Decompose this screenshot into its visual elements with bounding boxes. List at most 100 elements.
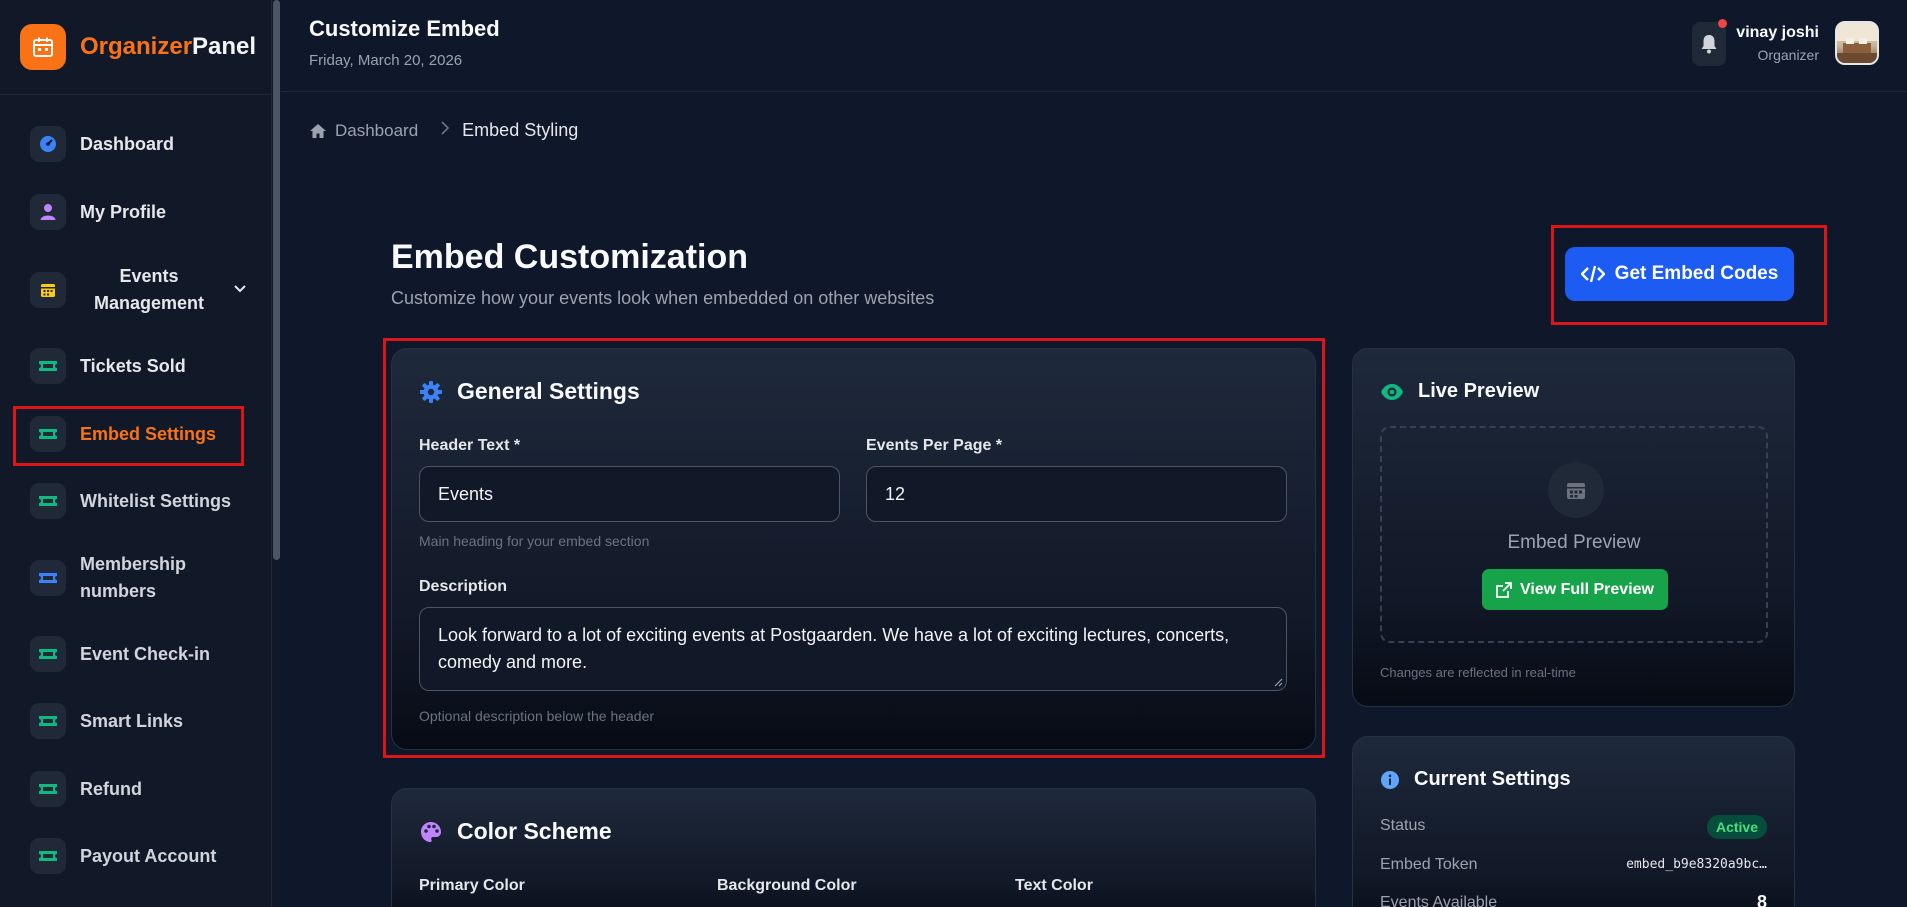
calendar-icon xyxy=(30,272,66,308)
breadcrumb-home-link[interactable]: Dashboard xyxy=(309,121,418,141)
embed-token-label: Embed Token xyxy=(1380,856,1478,873)
events-available-value: 8 xyxy=(1756,892,1767,907)
calendar-icon xyxy=(1548,462,1604,518)
notification-dot xyxy=(1718,19,1727,28)
events-per-page-value: 12 xyxy=(885,483,906,504)
breadcrumb-home-label: Dashboard xyxy=(335,120,419,140)
sidebar-item-label: Smart Links xyxy=(80,710,184,731)
gear-icon xyxy=(420,380,442,403)
user-name: vinay joshi xyxy=(1736,24,1819,41)
live-preview-title-text: Live Preview xyxy=(1418,380,1540,402)
primary-color-label: Primary Color xyxy=(419,877,525,894)
breadcrumb: Dashboard Embed Styling xyxy=(309,120,578,141)
sidebar-item-label: Dashboard xyxy=(80,133,175,154)
ticket-icon xyxy=(30,703,66,739)
brand-name: OrganizerPanel xyxy=(80,33,257,60)
description-textarea[interactable]: Look forward to a lot of exciting events… xyxy=(419,607,1287,691)
chevron-right-icon xyxy=(440,120,450,141)
sidebar-item-smart-links[interactable]: Smart Links xyxy=(30,703,183,739)
main-subheading: Customize how your events look when embe… xyxy=(391,288,935,308)
ticket-icon xyxy=(30,771,66,807)
sidebar-item-whitelist-settings[interactable]: Whitelist Settings xyxy=(30,483,231,519)
sidebar-item-label: Event Check-in xyxy=(80,643,211,664)
notifications-button[interactable] xyxy=(1692,19,1727,66)
eye-icon xyxy=(1381,383,1403,400)
sidebar-item-membership-numbers[interactable]: Membership numbers xyxy=(30,551,200,605)
general-settings-title: General Settings xyxy=(419,378,640,405)
sidebar-item-label: Payout Account xyxy=(80,845,217,866)
events-available-label: Events Available xyxy=(1380,894,1498,907)
ticket-icon xyxy=(30,636,66,672)
sidebar-item-label: Events Management xyxy=(93,266,205,313)
sidebar-item-label: Membership numbers xyxy=(80,554,187,601)
dashboard-icon xyxy=(30,126,66,162)
embed-token-value: embed_b9e8320a9bc… xyxy=(1626,857,1767,872)
live-preview-note: Changes are reflected in real-time xyxy=(1380,665,1576,680)
ticket-icon xyxy=(30,416,66,452)
avatar[interactable] xyxy=(1835,21,1879,65)
general-settings-title-text: General Settings xyxy=(457,378,640,404)
page-title: Customize Embed xyxy=(309,16,500,41)
ticket-icon xyxy=(30,483,66,519)
resize-grip-icon[interactable] xyxy=(1273,677,1283,687)
get-embed-codes-label: Get Embed Codes xyxy=(1614,263,1779,284)
external-link-icon xyxy=(1496,581,1512,598)
home-icon xyxy=(310,123,326,138)
sidebar-item-tickets-sold[interactable]: Tickets Sold xyxy=(30,348,186,384)
ticket-icon xyxy=(30,348,66,384)
description-value: Look forward to a lot of exciting events… xyxy=(438,625,1230,672)
palette-icon xyxy=(421,821,441,842)
user-icon xyxy=(30,194,66,230)
view-full-preview-label: View Full Preview xyxy=(1520,580,1654,598)
chevron-down-icon[interactable] xyxy=(232,280,248,301)
status-label: Status xyxy=(1380,817,1426,834)
scrollbar-thumb[interactable] xyxy=(273,0,280,560)
sidebar-item-label: Refund xyxy=(80,778,142,799)
header-text-hint: Main heading for your embed section xyxy=(419,533,650,549)
events-per-page-label: Events Per Page * xyxy=(866,437,1003,454)
sidebar-item-refund[interactable]: Refund xyxy=(30,771,142,807)
sidebar-item-my-profile[interactable]: My Profile xyxy=(30,194,166,230)
color-scheme-title: Color Scheme xyxy=(419,818,612,845)
main-heading: Embed Customization xyxy=(391,238,749,276)
sidebar-item-dashboard[interactable]: Dashboard xyxy=(30,126,174,162)
status-badge: Active xyxy=(1706,815,1767,839)
user-role: Organizer xyxy=(1757,47,1819,63)
events-per-page-input[interactable]: 12 xyxy=(866,466,1287,522)
bell-icon xyxy=(1701,35,1717,54)
description-hint: Optional description below the header xyxy=(419,708,655,724)
breadcrumb-current: Embed Styling xyxy=(462,120,579,140)
current-settings-title-text: Current Settings xyxy=(1414,768,1571,790)
header-text-label: Header Text * xyxy=(419,437,521,454)
brand[interactable]: OrganizerPanel xyxy=(0,0,271,95)
view-full-preview-button[interactable]: View Full Preview xyxy=(1482,569,1668,610)
sidebar-item-embed-settings[interactable]: Embed Settings xyxy=(30,416,216,452)
ticket-icon xyxy=(30,560,66,596)
page-date: Friday, March 20, 2026 xyxy=(309,52,463,69)
background-color-label: Background Color xyxy=(717,877,857,894)
sidebar-item-events-management[interactable]: Events Management xyxy=(30,263,248,317)
live-preview-title: Live Preview xyxy=(1380,380,1539,403)
sidebar-item-payout-account[interactable]: Payout Account xyxy=(30,838,216,874)
current-settings-title: Current Settings xyxy=(1380,768,1571,791)
calendar-logo-icon xyxy=(20,24,66,70)
embed-preview-placeholder: Embed Preview xyxy=(1507,532,1641,553)
sidebar: OrganizerPanel Dashboard My Profile Even… xyxy=(0,0,272,907)
info-icon xyxy=(1381,770,1399,789)
description-label: Description xyxy=(419,578,508,595)
topbar: Customize Embed Friday, March 20, 2026 xyxy=(281,0,1907,92)
color-scheme-title-text: Color Scheme xyxy=(457,818,612,844)
header-text-value: Events xyxy=(438,483,494,504)
text-color-label: Text Color xyxy=(1015,877,1093,894)
ticket-icon xyxy=(30,838,66,874)
code-icon xyxy=(1580,265,1605,283)
sidebar-item-label: Whitelist Settings xyxy=(80,490,232,511)
sidebar-item-event-check-in[interactable]: Event Check-in xyxy=(30,636,210,672)
header-text-input[interactable]: Events xyxy=(419,466,840,522)
embed-preview-area: Embed Preview View Full Preview xyxy=(1380,426,1768,643)
sidebar-scrollbar[interactable] xyxy=(272,0,281,907)
sidebar-item-label: My Profile xyxy=(80,201,167,222)
get-embed-codes-button[interactable]: Get Embed Codes xyxy=(1565,247,1794,301)
sidebar-item-label: Tickets Sold xyxy=(80,355,186,376)
sidebar-item-label: Embed Settings xyxy=(80,423,217,444)
